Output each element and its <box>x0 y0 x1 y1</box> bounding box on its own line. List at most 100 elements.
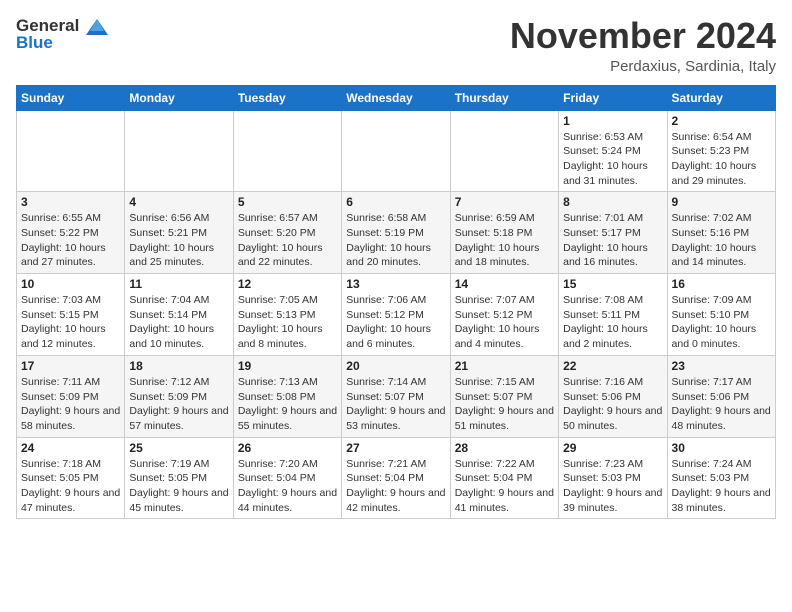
day-detail: Sunrise: 7:14 AMSunset: 5:07 PMDaylight:… <box>346 375 445 434</box>
day-detail: Sunrise: 6:57 AMSunset: 5:20 PMDaylight:… <box>238 211 337 270</box>
calendar-cell: 7Sunrise: 6:59 AMSunset: 5:18 PMDaylight… <box>450 192 558 274</box>
day-number: 6 <box>346 195 445 209</box>
day-detail: Sunrise: 7:03 AMSunset: 5:15 PMDaylight:… <box>21 293 120 352</box>
calendar-cell: 10 Sunrise: 7:03 AMSunset: 5:15 PMDayligh… <box>17 274 125 356</box>
calendar-cell: 9 Sunrise: 7:02 AMSunset: 5:16 PMDaylight… <box>667 192 775 274</box>
calendar-cell <box>17 110 125 192</box>
calendar-cell: 15Sunrise: 7:08 AMSunset: 5:11 PMDayligh… <box>559 274 667 356</box>
day-number: 15 <box>563 277 662 291</box>
calendar-cell: 4 Sunrise: 6:56 AMSunset: 5:21 PMDaylight… <box>125 192 233 274</box>
day-detail: Sunrise: 6:55 AMSunset: 5:22 PMDaylight:… <box>21 211 120 270</box>
calendar-cell: 21Sunrise: 7:15 AMSunset: 5:07 PMDayligh… <box>450 355 558 437</box>
calendar-cell <box>342 110 450 192</box>
day-detail: Sunrise: 7:12 AMSunset: 5:09 PMDaylight:… <box>129 375 228 434</box>
day-number: 7 <box>455 195 554 209</box>
calendar-cell: 8 Sunrise: 7:01 AMSunset: 5:17 PMDaylight… <box>559 192 667 274</box>
calendar-cell <box>233 110 341 192</box>
day-detail: Sunrise: 7:17 AMSunset: 5:06 PMDaylight:… <box>672 375 771 434</box>
day-number: 24 <box>21 441 120 455</box>
location: Perdaxius, Sardinia, Italy <box>510 58 776 75</box>
calendar-cell: 6 Sunrise: 6:58 AMSunset: 5:19 PMDaylight… <box>342 192 450 274</box>
page-header: General Blue November 2024 Perdaxius, Sa… <box>16 16 776 75</box>
calendar-week-row: 17Sunrise: 7:11 AMSunset: 5:09 PMDayligh… <box>17 355 776 437</box>
calendar-week-row: 3 Sunrise: 6:55 AMSunset: 5:22 PMDaylight… <box>17 192 776 274</box>
logo: General Blue <box>16 16 110 53</box>
day-number: 19 <box>238 359 337 373</box>
day-detail: Sunrise: 7:01 AMSunset: 5:17 PMDaylight:… <box>563 211 662 270</box>
calendar-cell: 18 Sunrise: 7:12 AMSunset: 5:09 PMDayligh… <box>125 355 233 437</box>
calendar-dow-saturday: Saturday <box>667 85 775 110</box>
calendar-week-row: 1 Sunrise: 6:53 AMSunset: 5:24 PMDaylight… <box>17 110 776 192</box>
calendar-cell: 19 Sunrise: 7:13 AMSunset: 5:08 PMDayligh… <box>233 355 341 437</box>
calendar-cell: 11 Sunrise: 7:04 AMSunset: 5:14 PMDayligh… <box>125 274 233 356</box>
calendar-cell: 3 Sunrise: 6:55 AMSunset: 5:22 PMDaylight… <box>17 192 125 274</box>
calendar-dow-tuesday: Tuesday <box>233 85 341 110</box>
day-number: 11 <box>129 277 228 291</box>
calendar-cell: 27 Sunrise: 7:21 AMSunset: 5:04 PMDayligh… <box>342 437 450 519</box>
day-number: 3 <box>21 195 120 209</box>
day-detail: Sunrise: 7:05 AMSunset: 5:13 PMDaylight:… <box>238 293 337 352</box>
calendar-cell: 5Sunrise: 6:57 AMSunset: 5:20 PMDaylight… <box>233 192 341 274</box>
calendar-cell: 16Sunrise: 7:09 AMSunset: 5:10 PMDayligh… <box>667 274 775 356</box>
calendar-cell: 26Sunrise: 7:20 AMSunset: 5:04 PMDayligh… <box>233 437 341 519</box>
page-container: General Blue November 2024 Perdaxius, Sa… <box>0 0 792 529</box>
day-number: 18 <box>129 359 228 373</box>
calendar-cell <box>125 110 233 192</box>
calendar-dow-thursday: Thursday <box>450 85 558 110</box>
calendar-cell: 17Sunrise: 7:11 AMSunset: 5:09 PMDayligh… <box>17 355 125 437</box>
day-number: 27 <box>346 441 445 455</box>
calendar-dow-sunday: Sunday <box>17 85 125 110</box>
day-number: 17 <box>21 359 120 373</box>
day-detail: Sunrise: 6:58 AMSunset: 5:19 PMDaylight:… <box>346 211 445 270</box>
calendar-dow-friday: Friday <box>559 85 667 110</box>
day-detail: Sunrise: 6:54 AMSunset: 5:23 PMDaylight:… <box>672 130 771 189</box>
day-number: 25 <box>129 441 228 455</box>
day-detail: Sunrise: 7:13 AMSunset: 5:08 PMDaylight:… <box>238 375 337 434</box>
day-number: 12 <box>238 277 337 291</box>
day-number: 8 <box>563 195 662 209</box>
day-number: 22 <box>563 359 662 373</box>
calendar-cell: 24Sunrise: 7:18 AMSunset: 5:05 PMDayligh… <box>17 437 125 519</box>
day-detail: Sunrise: 7:20 AMSunset: 5:04 PMDaylight:… <box>238 457 337 516</box>
day-detail: Sunrise: 7:04 AMSunset: 5:14 PMDaylight:… <box>129 293 228 352</box>
calendar-cell: 22Sunrise: 7:16 AMSunset: 5:06 PMDayligh… <box>559 355 667 437</box>
calendar-week-row: 10 Sunrise: 7:03 AMSunset: 5:15 PMDayligh… <box>17 274 776 356</box>
day-number: 20 <box>346 359 445 373</box>
calendar-cell: 30 Sunrise: 7:24 AMSunset: 5:03 PMDayligh… <box>667 437 775 519</box>
day-detail: Sunrise: 7:07 AMSunset: 5:12 PMDaylight:… <box>455 293 554 352</box>
day-number: 1 <box>563 114 662 128</box>
day-number: 28 <box>455 441 554 455</box>
calendar-cell: 14 Sunrise: 7:07 AMSunset: 5:12 PMDayligh… <box>450 274 558 356</box>
calendar-dow-wednesday: Wednesday <box>342 85 450 110</box>
day-detail: Sunrise: 7:22 AMSunset: 5:04 PMDaylight:… <box>455 457 554 516</box>
calendar-table: SundayMondayTuesdayWednesdayThursdayFrid… <box>16 85 776 520</box>
day-detail: Sunrise: 7:06 AMSunset: 5:12 PMDaylight:… <box>346 293 445 352</box>
day-detail: Sunrise: 6:53 AMSunset: 5:24 PMDaylight:… <box>563 130 662 189</box>
day-number: 14 <box>455 277 554 291</box>
day-number: 30 <box>672 441 771 455</box>
calendar-cell: 1 Sunrise: 6:53 AMSunset: 5:24 PMDaylight… <box>559 110 667 192</box>
day-detail: Sunrise: 7:02 AMSunset: 5:16 PMDaylight:… <box>672 211 771 270</box>
day-number: 4 <box>129 195 228 209</box>
day-number: 16 <box>672 277 771 291</box>
calendar-dow-monday: Monday <box>125 85 233 110</box>
calendar-header-row: SundayMondayTuesdayWednesdayThursdayFrid… <box>17 85 776 110</box>
day-number: 10 <box>21 277 120 291</box>
day-number: 29 <box>563 441 662 455</box>
calendar-cell: 2Sunrise: 6:54 AMSunset: 5:23 PMDaylight… <box>667 110 775 192</box>
calendar-cell: 23Sunrise: 7:17 AMSunset: 5:06 PMDayligh… <box>667 355 775 437</box>
calendar-cell: 13Sunrise: 7:06 AMSunset: 5:12 PMDayligh… <box>342 274 450 356</box>
month-title: November 2024 <box>510 16 776 56</box>
day-detail: Sunrise: 7:15 AMSunset: 5:07 PMDaylight:… <box>455 375 554 434</box>
day-detail: Sunrise: 6:56 AMSunset: 5:21 PMDaylight:… <box>129 211 228 270</box>
day-detail: Sunrise: 7:24 AMSunset: 5:03 PMDaylight:… <box>672 457 771 516</box>
day-detail: Sunrise: 7:23 AMSunset: 5:03 PMDaylight:… <box>563 457 662 516</box>
calendar-cell <box>450 110 558 192</box>
day-number: 9 <box>672 195 771 209</box>
logo-icon <box>86 17 108 37</box>
calendar-cell: 12 Sunrise: 7:05 AMSunset: 5:13 PMDayligh… <box>233 274 341 356</box>
calendar-week-row: 24Sunrise: 7:18 AMSunset: 5:05 PMDayligh… <box>17 437 776 519</box>
calendar-cell: 20 Sunrise: 7:14 AMSunset: 5:07 PMDayligh… <box>342 355 450 437</box>
calendar-cell: 29 Sunrise: 7:23 AMSunset: 5:03 PMDayligh… <box>559 437 667 519</box>
day-detail: Sunrise: 7:21 AMSunset: 5:04 PMDaylight:… <box>346 457 445 516</box>
